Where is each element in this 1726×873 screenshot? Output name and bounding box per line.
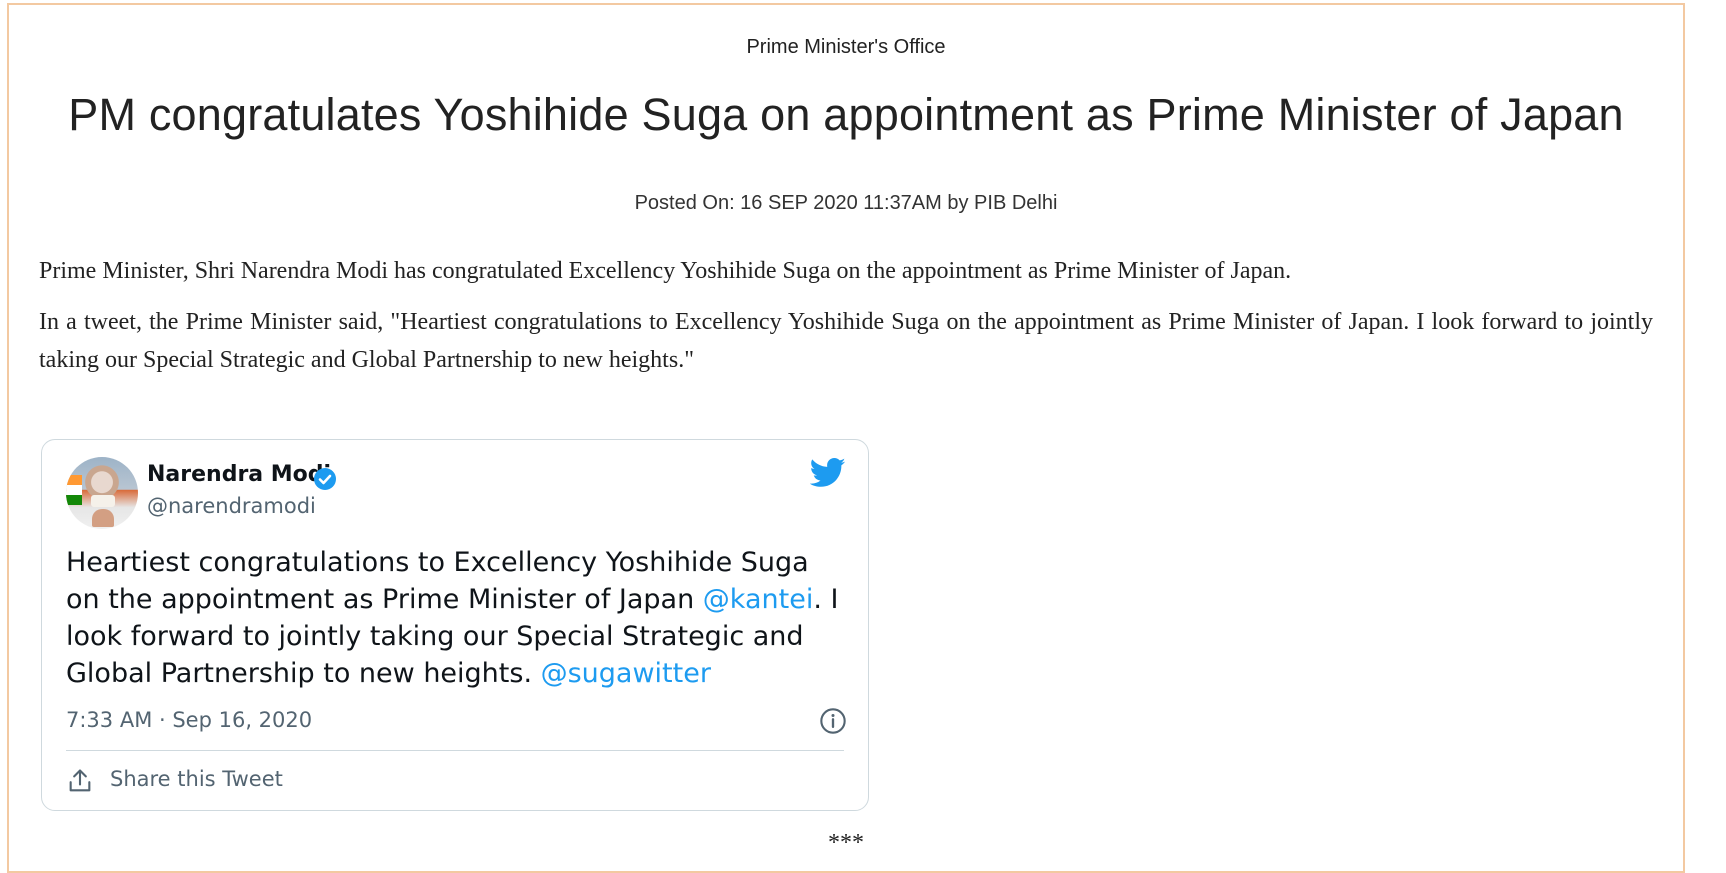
tweet-divider: [66, 750, 844, 751]
body-paragraph-1: Prime Minister, Shri Narendra Modi has c…: [39, 258, 1292, 284]
tweet-author-name[interactable]: Narendra Modi: [147, 462, 331, 487]
page-title: PM congratulates Yoshihide Suga on appoi…: [68, 89, 1624, 140]
twitter-bird-icon[interactable]: [810, 458, 846, 488]
avatar[interactable]: [66, 457, 138, 529]
info-icon[interactable]: [819, 707, 847, 735]
tweet-timestamp[interactable]: 7:33 AM · Sep 16, 2020: [66, 708, 312, 732]
flag-image: [66, 475, 82, 505]
verified-badge-icon: [314, 468, 336, 490]
tweet-author-handle[interactable]: @narendramodi: [147, 494, 316, 518]
share-icon[interactable]: [66, 767, 94, 795]
hands-image: [92, 509, 114, 527]
tweet-text: Heartiest congratulations to Excellency …: [66, 544, 846, 692]
embedded-tweet[interactable]: Narendra Modi @narendramodi Heartiest co…: [41, 439, 869, 811]
page-frame: Prime Minister's Office PM congratulates…: [7, 3, 1685, 873]
body-paragraph-2: In a tweet, the Prime Minister said, "He…: [39, 309, 1653, 373]
posted-date: Posted On: 16 SEP 2020 11:37AM by PIB De…: [634, 192, 1058, 214]
ministry-name: Prime Minister's Office: [746, 36, 946, 58]
end-separator: ***: [828, 830, 864, 856]
share-tweet-button[interactable]: Share this Tweet: [110, 767, 283, 791]
mention-link-sugawitter[interactable]: @sugawitter: [541, 658, 711, 689]
mention-link-kantei[interactable]: @kantei: [703, 584, 814, 615]
tweet-text-part-1: Heartiest congratulations to Excellency …: [66, 547, 809, 615]
mask-image: [91, 495, 115, 507]
